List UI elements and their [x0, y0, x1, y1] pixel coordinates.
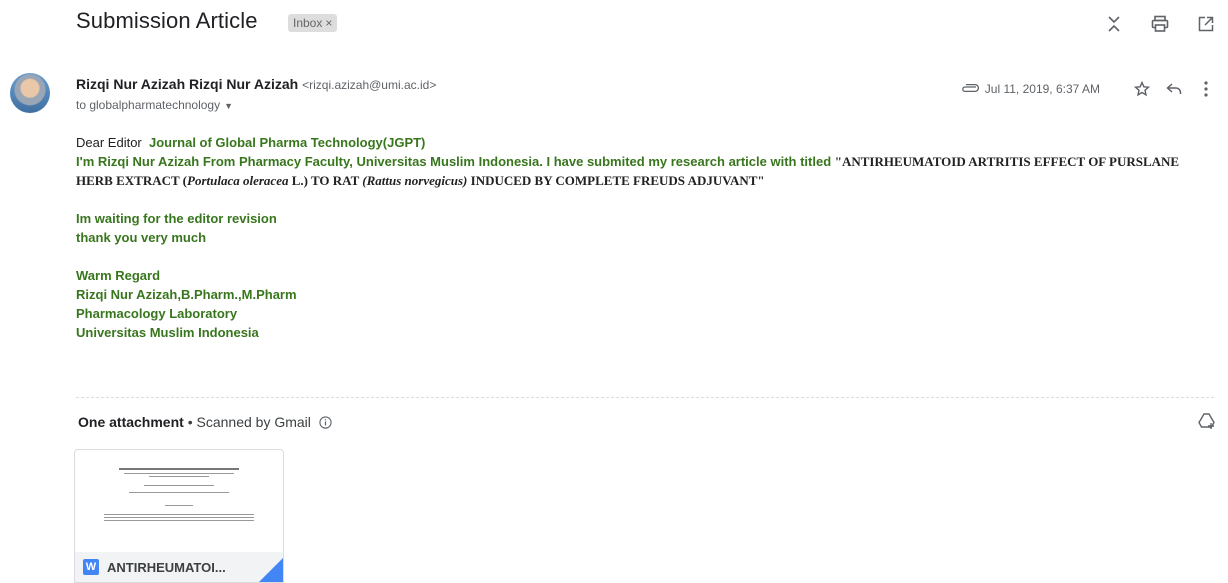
print-icon[interactable]	[1148, 12, 1172, 36]
thanks-line: thank you very much	[76, 230, 207, 245]
reply-icon[interactable]	[1162, 77, 1186, 101]
attachment-clip-icon	[961, 82, 979, 96]
more-vert-icon[interactable]	[1194, 77, 1218, 101]
recipient-text: to globalpharmatechnology	[76, 98, 221, 112]
waiting-line: Im waiting for the editor revision	[76, 211, 277, 226]
attachment-card[interactable]: W ANTIRHEUMATOI...	[74, 449, 284, 583]
attachment-filename: ANTIRHEUMATOI...	[107, 559, 226, 575]
greeting: Dear Editor	[76, 135, 142, 150]
open-new-window-icon[interactable]	[1194, 12, 1218, 36]
top-toolbar	[1102, 12, 1218, 36]
signature-line-1: Warm Regard	[76, 268, 161, 283]
collapse-icon[interactable]	[1102, 12, 1126, 36]
download-corner-icon	[259, 558, 283, 582]
attachments-divider	[76, 397, 1214, 398]
recipient-line[interactable]: to globalpharmatechnology ▼	[76, 98, 233, 112]
signature-line-3: Pharmacology Laboratory	[76, 306, 238, 321]
show-details-caret-icon[interactable]: ▼	[224, 101, 233, 111]
message-meta: Jul 11, 2019, 6:37 AM	[961, 77, 1218, 101]
message-date: Jul 11, 2019, 6:37 AM	[984, 82, 1100, 96]
inbox-label-chip[interactable]: Inbox ×	[288, 14, 338, 32]
label-text: Inbox	[293, 16, 323, 30]
sender-email: <rizqi.azizah@umi.ac.id>	[302, 78, 437, 92]
attachments-heading: One attachment • Scanned by Gmail	[78, 414, 332, 432]
email-subject: Submission Article	[76, 8, 258, 33]
add-to-drive-icon[interactable]	[1198, 412, 1216, 435]
title-part-2: L.) TO RAT	[288, 173, 363, 188]
signature-line-4: Universitas Muslim Indonesia	[76, 325, 259, 340]
attachment-count: One attachment	[78, 414, 184, 430]
attachment-footer: W ANTIRHEUMATOI...	[75, 552, 283, 582]
intro-text: I'm Rizqi Nur Azizah From Pharmacy Facul…	[76, 154, 835, 169]
title-italic-2: (Rattus norvegicus)	[362, 173, 468, 188]
remove-label-icon[interactable]: ×	[325, 16, 332, 30]
avatar[interactable]	[10, 73, 50, 113]
scan-status: • Scanned by Gmail	[183, 414, 311, 430]
journal-name: Journal of Global Pharma Technology(JGPT…	[148, 135, 426, 150]
sender-name[interactable]: Rizqi Nur Azizah Rizqi Nur Azizah	[76, 76, 298, 92]
message-body: Dear Editor Journal of Global Pharma Tec…	[76, 133, 1206, 342]
greeting-line: Dear Editor Journal of Global Pharma Tec…	[76, 133, 1206, 152]
intro-paragraph: I'm Rizqi Nur Azizah From Pharmacy Facul…	[76, 152, 1206, 190]
document-preview	[97, 464, 261, 560]
title-part-3: INDUCED BY COMPLETE FREUDS ADJUVANT"	[467, 173, 765, 188]
word-doc-icon: W	[83, 559, 99, 575]
info-icon[interactable]	[319, 416, 332, 432]
signature-line-2: Rizqi Nur Azizah,B.Pharm.,M.Pharm	[76, 287, 297, 302]
title-italic-1: Portulaca oleracea	[187, 173, 289, 188]
sender-line: Rizqi Nur Azizah Rizqi Nur Azizah <rizqi…	[76, 76, 436, 92]
star-icon[interactable]	[1130, 77, 1154, 101]
